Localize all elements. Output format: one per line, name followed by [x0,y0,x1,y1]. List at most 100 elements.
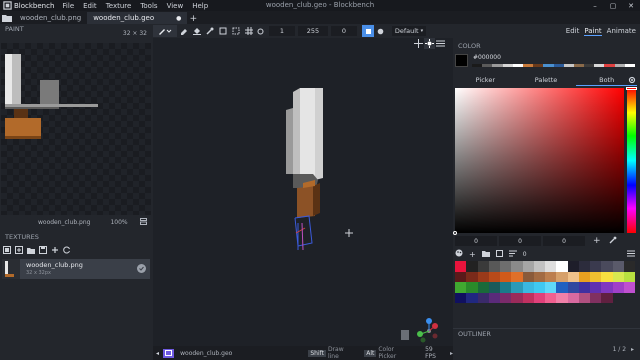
palette-add-icon[interactable]: + [469,250,476,259]
viewport-toggle-icon[interactable] [163,348,175,358]
palette-swatch[interactable] [477,271,489,282]
palette-swatch[interactable] [511,261,523,272]
palette-swatch[interactable] [477,282,489,293]
folder-open-icon[interactable] [26,247,36,254]
menu-tools[interactable]: Tools [140,2,157,10]
color-input-1[interactable]: 0 [455,236,497,246]
recent-colors[interactable] [472,64,635,67]
brush-mode-select[interactable]: Default ▾ [392,26,426,36]
recent-color-swatch[interactable] [512,64,523,67]
recent-color-swatch[interactable] [604,64,615,67]
palette-icon[interactable] [455,249,463,259]
menu-texture[interactable]: Texture [106,2,132,10]
palette-swatch[interactable] [556,292,568,303]
recent-color-swatch[interactable] [563,64,574,67]
palette-swatch[interactable] [477,261,489,272]
palette-swatch[interactable] [455,271,467,282]
palette-swatch[interactable] [590,271,602,282]
palette-swatch[interactable] [466,261,478,272]
palette-swatch[interactable] [556,282,568,293]
palette-swatch[interactable] [567,282,579,293]
new-tab-button[interactable]: + [187,14,199,24]
palette-swatch[interactable] [533,261,545,272]
palette-swatch[interactable] [522,282,534,293]
palette-swatch[interactable] [466,292,478,303]
palette-swatch[interactable] [500,292,512,303]
palette-swatch[interactable] [545,282,557,293]
recent-color-swatch[interactable] [522,64,534,67]
color-settings-gear-icon[interactable] [628,76,636,86]
palette-swatch[interactable] [623,292,635,303]
sidebar-toggle-icon[interactable]: ◂ [156,350,159,357]
palette-swatch[interactable] [601,261,613,272]
color-saturation-picker[interactable] [453,88,624,235]
round-brush-shape-icon[interactable] [374,25,386,37]
palette-swatch[interactable] [545,261,557,272]
copy-brush-icon[interactable] [216,25,229,37]
minimize-button[interactable]: – [586,2,604,10]
brush-opacity-field[interactable]: 255 [298,26,328,36]
palette-swatch[interactable] [601,282,613,293]
selection-tool-icon[interactable] [229,25,242,37]
palette-swatch[interactable] [623,261,635,272]
palette-swatch[interactable] [500,282,512,293]
palette-swatch[interactable] [567,271,579,282]
menu-edit[interactable]: Edit [83,2,97,10]
palette-swatch[interactable] [601,292,613,303]
palette-swatch[interactable] [466,282,478,293]
eraser-tool-icon[interactable] [177,25,190,37]
texture-used-check-icon[interactable] [137,264,146,273]
color-input-3[interactable]: 0 [543,236,585,246]
recent-color-swatch[interactable] [502,64,513,67]
palette-swatch[interactable] [511,292,523,303]
recent-color-swatch[interactable] [573,64,585,67]
tab-wooden-club-geo[interactable]: wooden_club.geo ● [87,12,188,24]
palette-swatch[interactable] [612,292,624,303]
palette-swatch[interactable] [545,292,557,303]
recent-color-swatch[interactable] [584,64,595,67]
palette-swatch[interactable] [612,261,624,272]
palette-swatch[interactable] [623,271,635,282]
recent-color-swatch[interactable] [614,64,625,67]
tab-edit-mode[interactable]: Edit [566,27,580,36]
palette-swatch[interactable] [590,292,602,303]
close-window-button[interactable]: ✕ [622,2,640,10]
recent-color-swatch[interactable] [624,64,635,67]
square-brush-shape-icon[interactable] [362,25,374,37]
color-palette-grid[interactable] [455,261,635,303]
tab-wooden-club-png[interactable]: wooden_club.png [14,12,87,24]
save-texture-icon[interactable] [38,246,48,254]
palette-sort-icon[interactable] [508,250,517,259]
palette-swatch[interactable] [466,271,478,282]
add-color-button[interactable]: + [593,236,601,246]
recent-color-swatch[interactable] [482,64,493,67]
recent-color-swatch[interactable] [553,64,564,67]
palette-swatch[interactable] [578,271,590,282]
palette-swatch[interactable] [522,261,534,272]
palette-swatch[interactable] [601,271,613,282]
palette-swatch[interactable] [488,292,500,303]
hue-slider[interactable] [626,87,637,233]
tab-picker[interactable]: Picker [455,75,516,86]
palette-swatch[interactable] [545,271,557,282]
texture-paint-canvas[interactable] [1,43,151,215]
palette-menu-icon[interactable] [627,250,635,259]
tab-palette[interactable]: Palette [516,75,577,86]
palette-swatch[interactable] [612,282,624,293]
brush-softness-field[interactable]: 0 [331,26,357,36]
palette-swatch[interactable] [578,261,590,272]
palette-swatch[interactable] [455,261,467,272]
palette-swatch[interactable] [590,261,602,272]
hue-handle[interactable] [626,87,637,90]
brush-tool-icon[interactable] [153,25,177,37]
palette-swatch[interactable] [578,292,590,303]
tab-paint-mode[interactable]: Paint [584,27,602,36]
recent-color-swatch[interactable] [492,64,503,67]
palette-swatch[interactable] [578,282,590,293]
palette-swatch[interactable] [511,282,523,293]
axis-gizmo-icon[interactable] [401,316,441,346]
palette-swatch[interactable] [567,261,579,272]
grid-icon[interactable] [242,25,255,37]
palette-folder-icon[interactable] [481,250,490,259]
palette-swatch[interactable] [488,271,500,282]
